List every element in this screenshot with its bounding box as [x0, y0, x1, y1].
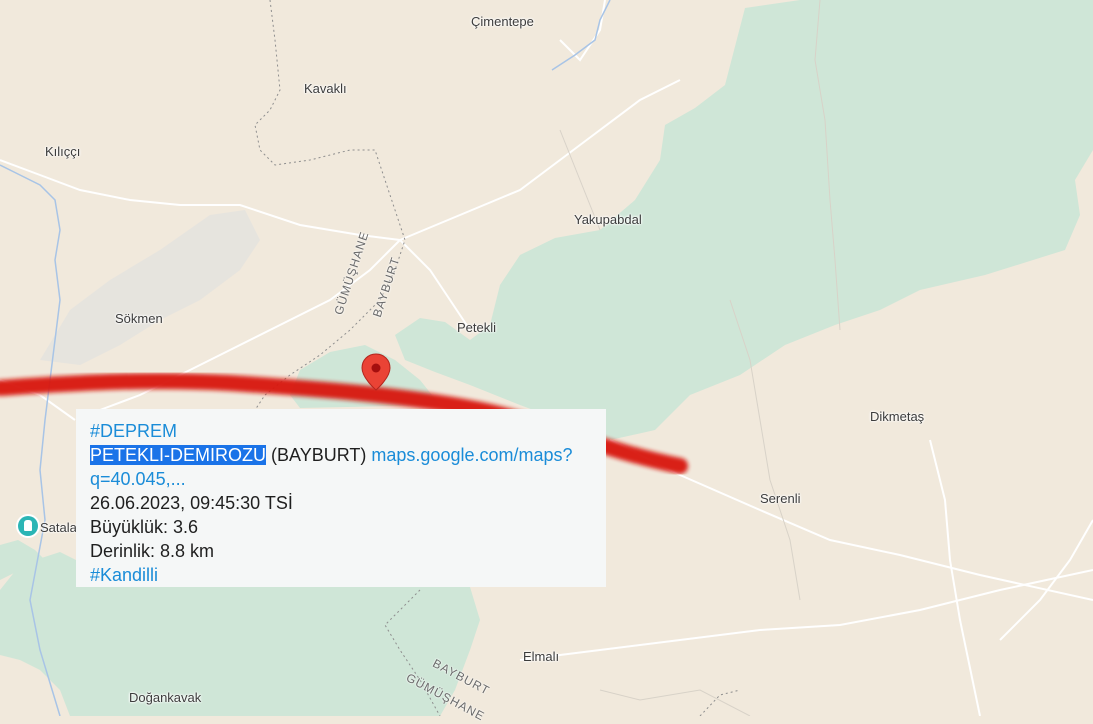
earthquake-tweet-card: #DEPREM PETEKLI-DEMIROZU (BAYBURT) maps.… — [76, 409, 606, 587]
place-label-yakupabdal[interactable]: Yakupabdal — [574, 212, 642, 227]
depth-text: Derinlik: 8.8 km — [90, 541, 215, 561]
place-label-kilicci[interactable]: Kılıççı — [45, 144, 80, 159]
place-label-dogankavak[interactable]: Doğankavak — [129, 690, 201, 705]
place-label-petekli[interactable]: Petekli — [457, 320, 496, 335]
hashtag-deprem-link[interactable]: #DEPREM — [90, 421, 177, 441]
province-text: (BAYBURT) — [271, 445, 367, 465]
place-label-satala[interactable]: Satala — [40, 520, 77, 535]
landmark-icon[interactable] — [18, 516, 38, 536]
place-label-serenli[interactable]: Serenli — [760, 491, 800, 506]
place-label-sokmen[interactable]: Sökmen — [115, 311, 163, 326]
place-label-kavakli[interactable]: Kavaklı — [304, 81, 347, 96]
datetime-text: 26.06.2023, 09:45:30 TSİ — [90, 493, 293, 513]
location-highlight-text[interactable]: PETEKLI-DEMIROZU — [90, 445, 267, 465]
magnitude-text: Büyüklük: 3.6 — [90, 517, 199, 537]
place-label-cimentepe[interactable]: Çimentepe — [471, 14, 534, 29]
place-label-elmali[interactable]: Elmalı — [523, 649, 559, 664]
place-label-dikmetas[interactable]: Dikmetaş — [870, 409, 924, 424]
map-canvas[interactable] — [0, 0, 1093, 716]
hashtag-kandilli-link[interactable]: #Kandilli — [90, 565, 158, 585]
